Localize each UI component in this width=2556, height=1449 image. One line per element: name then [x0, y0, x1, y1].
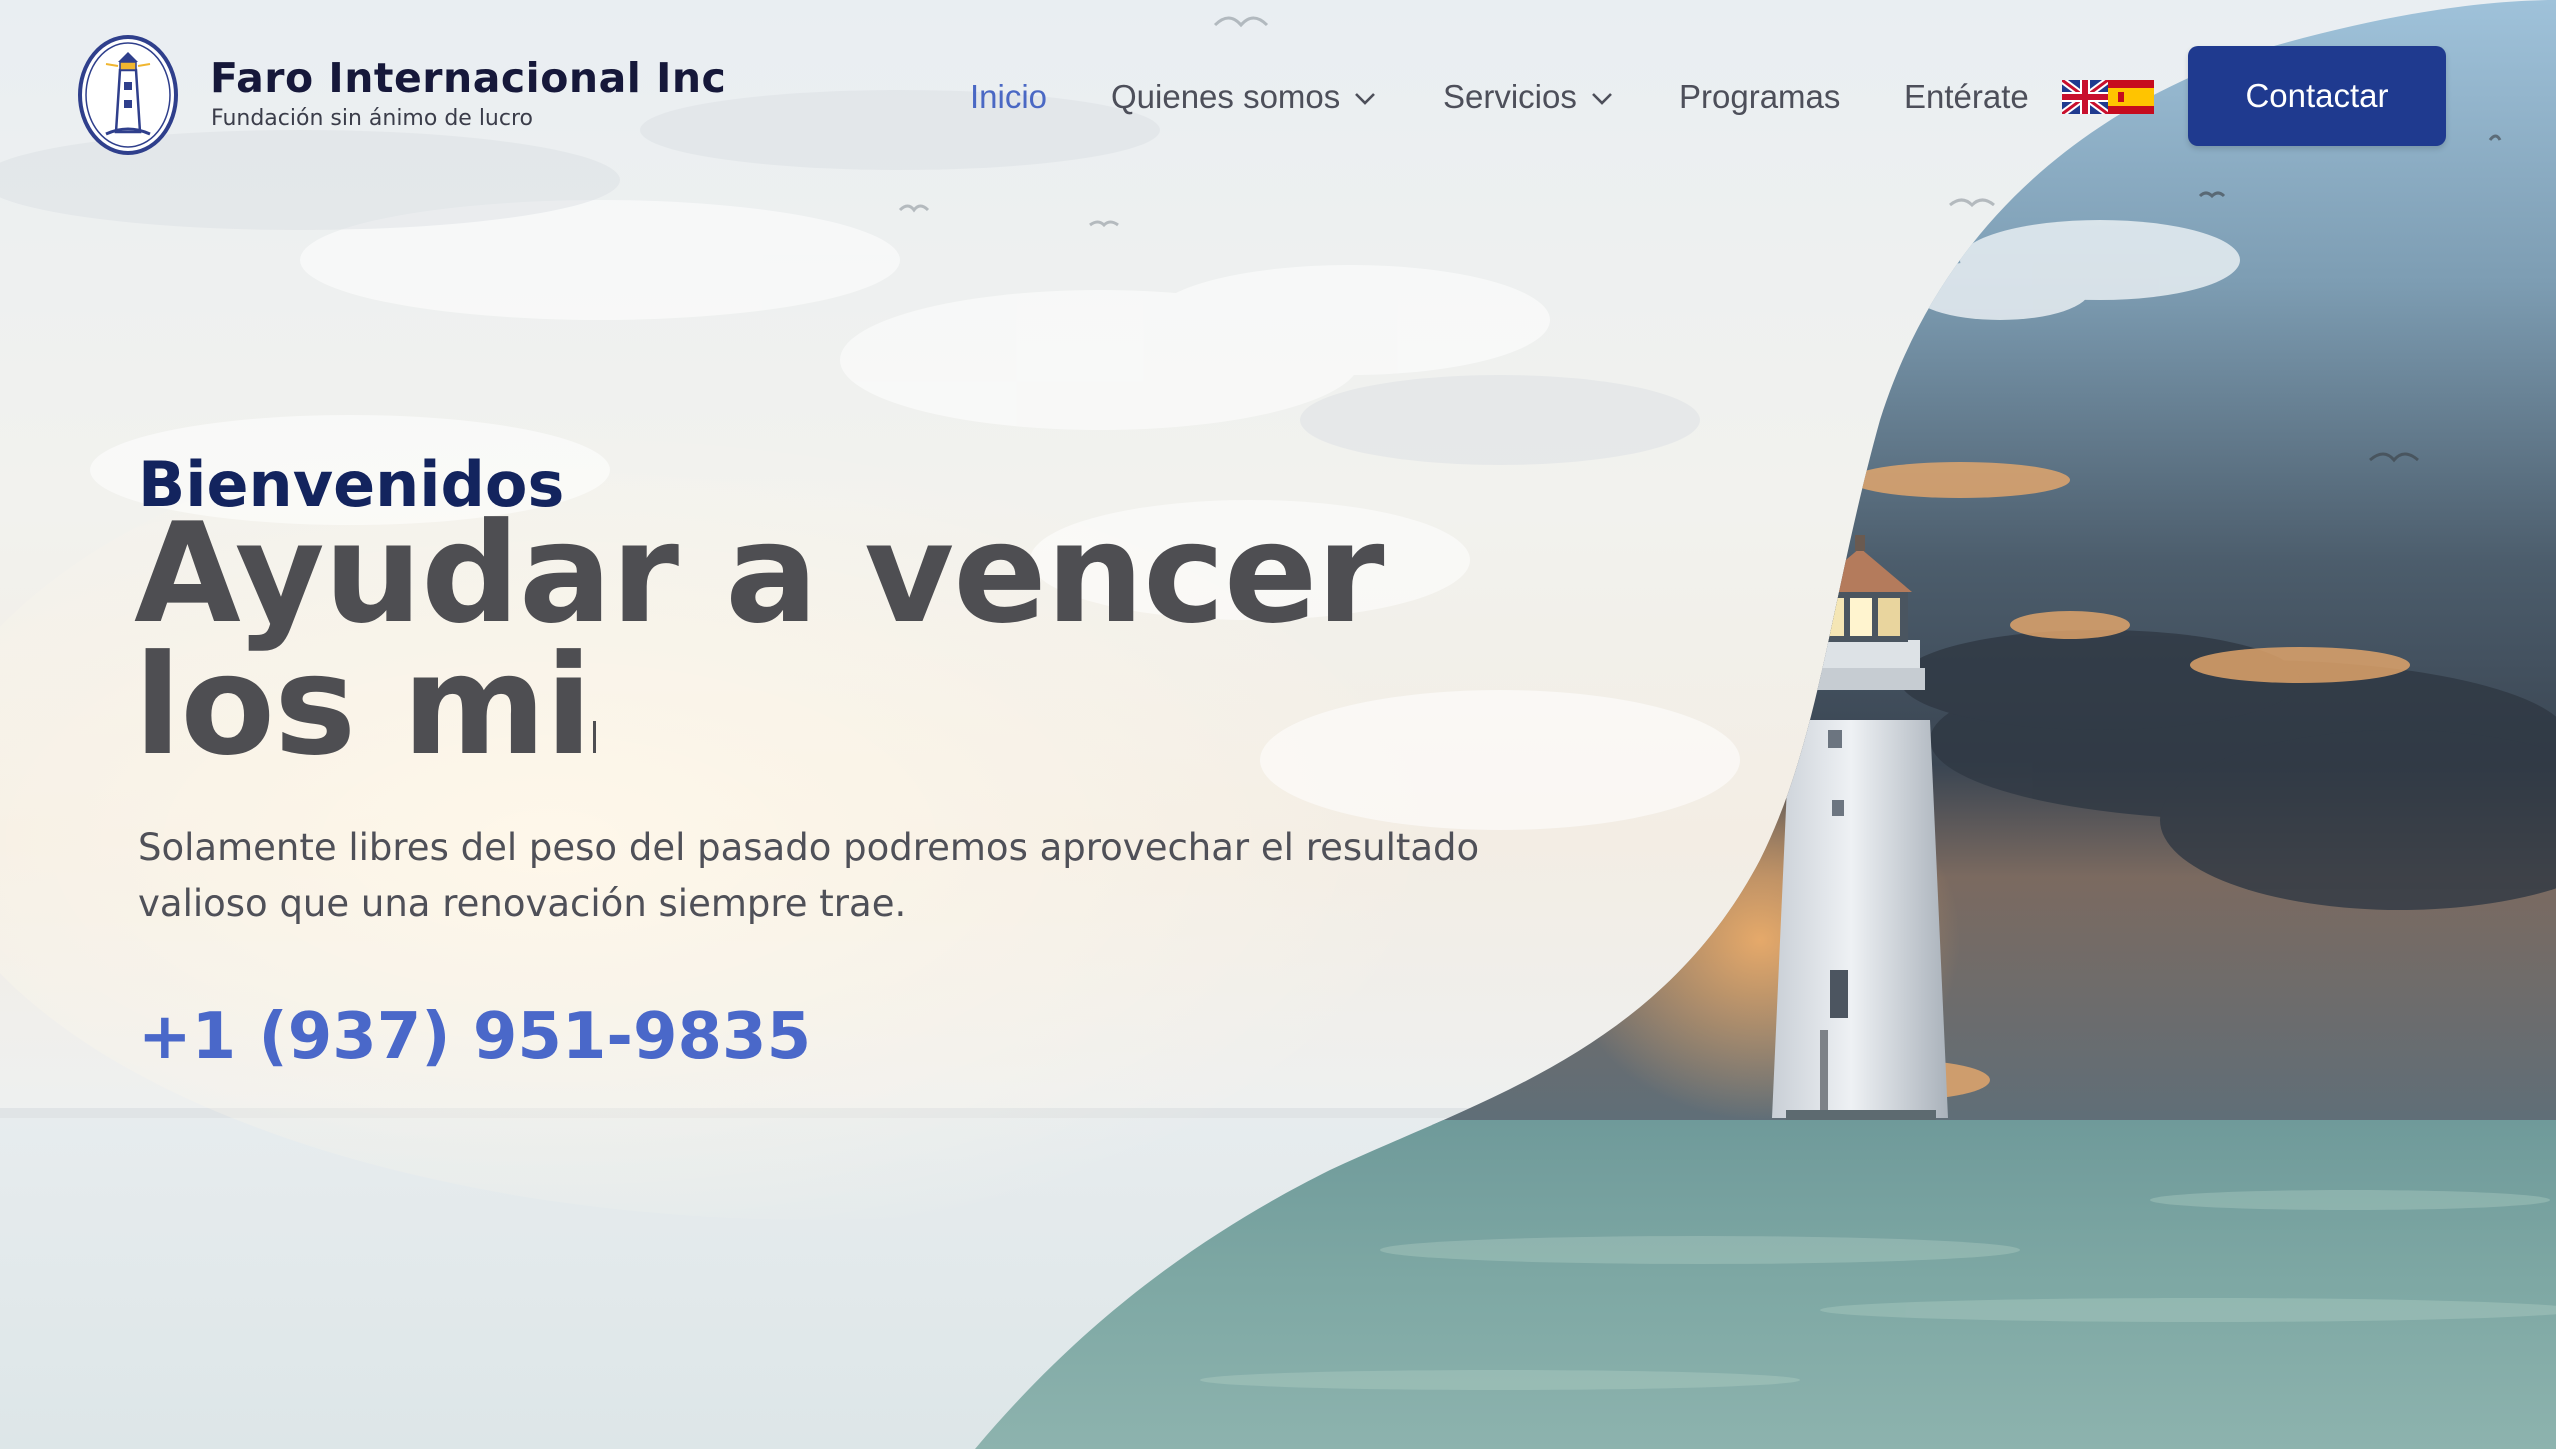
chevron-down-icon	[1591, 93, 1612, 106]
nav-item-quienes-somos[interactable]: Quienes somos	[1111, 72, 1376, 122]
nav-item-label: Entérate	[1904, 78, 2029, 115]
hero-subtext: Solamente libres del peso del pasado pod…	[138, 826, 1480, 925]
chevron-down-icon	[1355, 93, 1376, 106]
nav-item-label: Servicios	[1443, 78, 1577, 115]
contact-button[interactable]: Contactar	[2188, 46, 2446, 146]
nav-item-inicio[interactable]: Inicio	[970, 72, 1047, 122]
hero-headline: Ayudar a vencer los mi	[134, 505, 1534, 775]
site-header: Faro Internacional Inc Fundación sin áni…	[0, 0, 2556, 190]
nav-item-label: Quienes somos	[1111, 78, 1341, 115]
brand-name[interactable]: Faro Internacional Inc	[210, 54, 726, 102]
spain-flag-icon[interactable]	[2108, 80, 2154, 114]
nav-item-enterate[interactable]: Entérate	[1904, 72, 2029, 122]
nav-item-programas[interactable]: Programas	[1679, 72, 1840, 122]
brand-tagline: Fundación sin ánimo de lucro	[211, 106, 533, 131]
typing-caret	[593, 721, 597, 753]
phone-link[interactable]: +1 (937) 951-9835	[138, 1000, 811, 1074]
nav-item-label: Programas	[1679, 78, 1841, 115]
headline-typed-text: Ayudar a vencer los mi	[134, 493, 1385, 786]
uk-flag-icon[interactable]	[2059, 77, 2111, 117]
nav-item-servicios[interactable]: Servicios	[1443, 72, 1613, 122]
brand-logo[interactable]	[76, 34, 180, 156]
nav-item-label: Inicio	[970, 78, 1048, 115]
